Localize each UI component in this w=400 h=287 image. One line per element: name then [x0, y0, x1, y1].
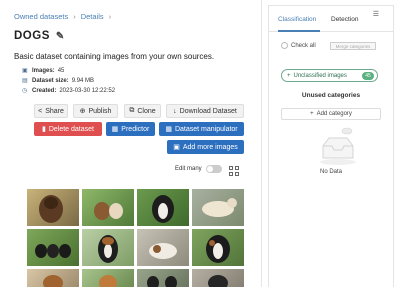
image-thumbnail[interactable] [137, 229, 189, 266]
tab-classification[interactable]: Classification [278, 16, 316, 23]
dog-photo [43, 275, 63, 287]
image-thumbnail[interactable] [82, 189, 134, 226]
add-images-label: Add more images [182, 143, 238, 151]
download-dataset-button[interactable]: ↓ Download Dataset [166, 104, 244, 118]
breadcrumb-owned-datasets[interactable]: Owned datasets [14, 12, 68, 21]
dog-photo [98, 235, 118, 263]
category-panel: Classification Detection ☰ Check all Mer… [268, 5, 394, 287]
publish-label: Publish [88, 107, 112, 115]
menu-icon[interactable]: ☰ [373, 10, 379, 18]
unused-categories-title: Unused categories [301, 92, 361, 99]
size-label: Dataset size: [32, 78, 69, 84]
add-more-images-button[interactable]: ▣ Add more images [167, 140, 244, 154]
dataset-title: DOGS [14, 30, 50, 42]
share-icon: < [38, 107, 43, 115]
breadcrumb-separator: › [108, 12, 112, 21]
manipulator-icon: ▦ [165, 126, 172, 133]
image-thumbnail[interactable] [192, 189, 244, 226]
publish-button[interactable]: ⊕ Publish [73, 104, 118, 118]
dataset-meta: ▣ Images: 45 ▤ Dataset size: 9.94 MB ◷ C… [22, 66, 115, 96]
edit-many-label: Edit many [175, 166, 202, 172]
check-all[interactable]: Check all [281, 42, 316, 49]
image-thumbnail[interactable] [137, 189, 189, 226]
image-thumbnail[interactable] [192, 229, 244, 266]
panel-divider [261, 0, 262, 287]
predictor-icon: ▦ [111, 126, 119, 133]
dog-photo [149, 243, 177, 259]
add-image-icon: ▣ [173, 144, 180, 151]
clock-icon: ◷ [22, 88, 28, 94]
dataset-size-row: ▤ Dataset size: 9.94 MB [22, 76, 115, 86]
dog-photo [152, 195, 174, 223]
unclassified-count-badge: 45 [362, 72, 374, 80]
download-icon: ↓ [173, 107, 177, 115]
add-category-button[interactable]: + Add category [281, 108, 381, 120]
page-title: DOGS ✎ [14, 30, 65, 42]
download-label: Download Dataset [179, 107, 237, 115]
image-thumbnail[interactable] [27, 269, 79, 287]
breadcrumb-separator: › [73, 12, 76, 21]
manipulator-label: Dataset manipulator [174, 125, 238, 133]
image-thumbnail[interactable] [82, 229, 134, 266]
globe-icon: ⊕ [79, 108, 86, 115]
dog-photo [202, 198, 237, 217]
dog-photo [94, 202, 123, 220]
copy-icon: ⧉ [129, 107, 135, 114]
dataset-manipulator-button[interactable]: ▦ Dataset manipulator [159, 122, 244, 136]
dog-photo [147, 276, 177, 287]
predictor-button[interactable]: ▦ Predictor [106, 122, 155, 136]
clone-button[interactable]: ⧉ Clone [124, 104, 161, 118]
check-all-label: Check all [291, 42, 316, 49]
clone-label: Clone [137, 107, 156, 115]
created-value: 2023-03-30 12:22:52 [59, 88, 116, 94]
plus-icon: + [287, 72, 291, 79]
dataset-description: Basic dataset containing images from you… [14, 52, 215, 61]
dog-photo [35, 244, 71, 258]
plus-icon: + [310, 111, 314, 117]
add-category-label: Add category [316, 111, 352, 117]
dog-photo [99, 275, 117, 287]
merge-categories-button[interactable]: Merge categories [330, 42, 376, 50]
active-tab-indicator [278, 30, 320, 32]
delete-label: Delete dataset [48, 125, 94, 133]
image-thumbnail[interactable] [192, 269, 244, 287]
image-gallery [27, 189, 246, 287]
dog-photo [206, 235, 230, 263]
no-data-text: No Data [319, 169, 342, 175]
edit-many-toggle-group: Edit many [175, 165, 222, 173]
share-button[interactable]: < Share [34, 104, 68, 118]
dog-photo [39, 195, 63, 223]
check-all-checkbox[interactable] [281, 42, 288, 49]
pencil-icon[interactable]: ✎ [56, 31, 65, 42]
grid-view-icon[interactable] [229, 166, 239, 176]
edit-many-toggle[interactable] [205, 165, 222, 173]
empty-inbox-icon [320, 127, 356, 165]
dog-photo [208, 275, 228, 287]
unclassified-label: Unclassified images [293, 72, 347, 79]
storage-icon: ▤ [22, 78, 28, 84]
image-thumbnail[interactable] [137, 269, 189, 287]
created-label: Created: [32, 88, 57, 94]
trash-icon: ▮ [41, 126, 46, 133]
images-value: 45 [57, 68, 65, 74]
breadcrumb-details[interactable]: Details [81, 12, 104, 21]
images-count-row: ▣ Images: 45 [22, 66, 115, 76]
images-label: Images: [32, 68, 55, 74]
created-row: ◷ Created: 2023-03-30 12:22:52 [22, 86, 115, 96]
unclassified-images-chip[interactable]: + Unclassified images 45 [281, 69, 378, 82]
image-icon: ▣ [22, 68, 28, 74]
predictor-label: Predictor [121, 125, 150, 133]
breadcrumb: Owned datasets › Details › [14, 12, 111, 21]
image-thumbnail[interactable] [82, 269, 134, 287]
delete-dataset-button[interactable]: ▮ Delete dataset [34, 122, 102, 136]
size-value: 9.94 MB [71, 78, 95, 84]
tab-detection[interactable]: Detection [331, 16, 358, 23]
image-thumbnail[interactable] [27, 189, 79, 226]
image-thumbnail[interactable] [27, 229, 79, 266]
share-label: Share [45, 107, 64, 115]
panel-tabs: Classification Detection ☰ [269, 6, 393, 32]
